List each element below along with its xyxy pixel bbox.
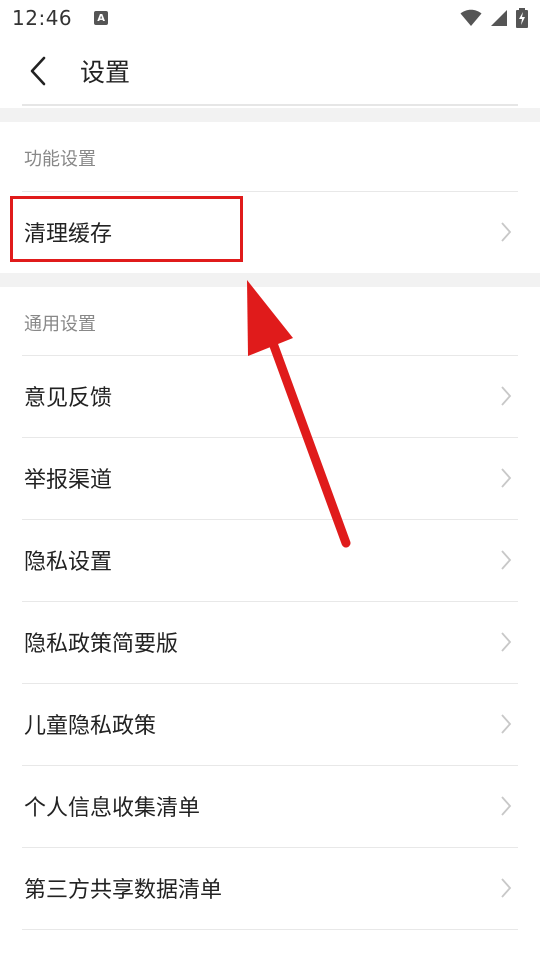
annotation-arrow bbox=[247, 280, 351, 548]
settings-screen: 12:46 A 设置 功能设置 清理缓存 通用设置 意见反馈 举报渠道 隐私设置… bbox=[0, 0, 540, 960]
